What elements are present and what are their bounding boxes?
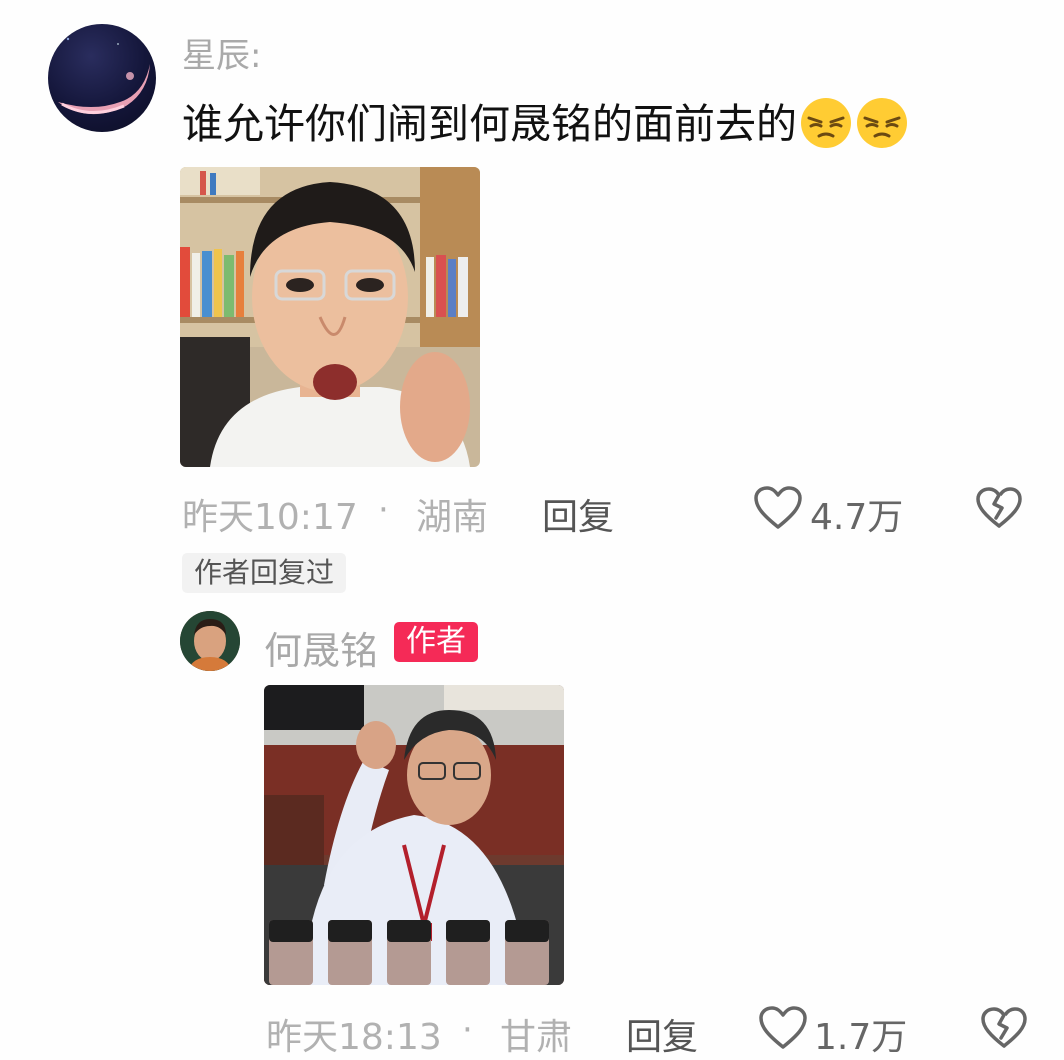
comment-image[interactable] [180, 167, 480, 467]
heart-icon[interactable] [753, 485, 803, 531]
author-replied-tag[interactable]: 作者回复过 [182, 553, 347, 593]
broken-heart-icon[interactable] [980, 1006, 1028, 1050]
reply-button[interactable]: 回复 [626, 1008, 698, 1060]
comment-username[interactable]: 星辰: [182, 28, 261, 77]
comment-location: 湖南 [416, 497, 489, 538]
meta-separator: · [378, 490, 389, 530]
comment-time: 昨天10:17 [182, 497, 358, 538]
reply-time: 昨天18:13 [266, 1017, 442, 1058]
like-count: 4.7万 [810, 497, 904, 538]
author-badge: 作者 [394, 622, 478, 662]
broken-heart-icon[interactable] [975, 486, 1023, 530]
reply-location: 甘肃 [500, 1017, 573, 1058]
comment-body: 谁允许你们闹到何晟铭的面前去的 [182, 100, 797, 148]
reply-username[interactable]: 何晟铭 [264, 620, 378, 675]
avatar[interactable] [48, 24, 156, 132]
smirk-face-icon [857, 98, 907, 148]
reply-image[interactable] [264, 685, 564, 985]
comment-text: 谁允许你们闹到何晟铭的面前去的 [182, 96, 909, 150]
reply-button[interactable]: 回复 [542, 488, 614, 540]
meta-separator: · [462, 1010, 473, 1050]
heart-icon[interactable] [758, 1005, 808, 1051]
reply-avatar[interactable] [180, 611, 240, 671]
smirk-face-icon [801, 98, 851, 148]
like-count: 1.7万 [814, 1017, 908, 1058]
crescent-moon-icon [58, 37, 150, 115]
